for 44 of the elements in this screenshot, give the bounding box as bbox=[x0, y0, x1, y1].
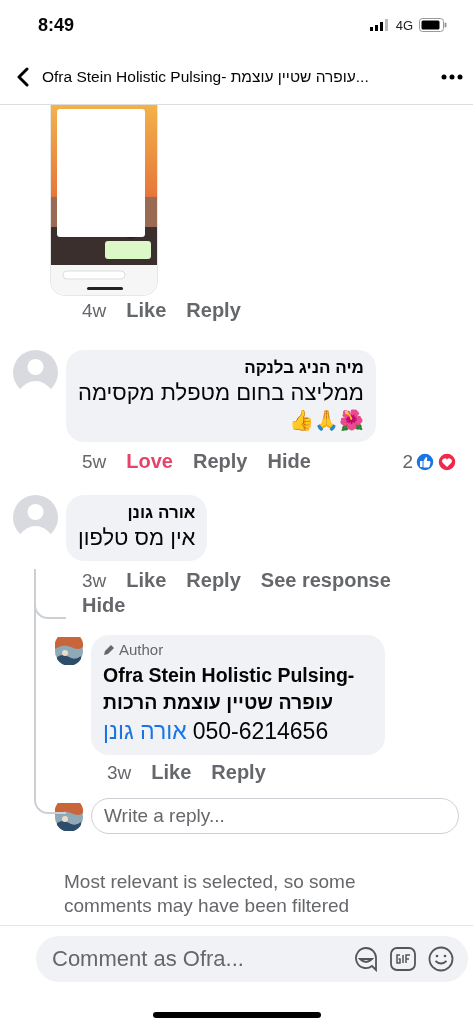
avatar-icon[interactable] bbox=[55, 803, 83, 831]
comment-action[interactable]: See response bbox=[260, 569, 391, 592]
comment-action[interactable]: Reply bbox=[186, 299, 241, 322]
comment-text: אין מס טלפון bbox=[78, 525, 196, 551]
comment-text: ממליצה בחום מטפלת מקסימה bbox=[78, 380, 364, 406]
comment-time: 3w bbox=[107, 761, 132, 784]
author-name[interactable]: Ofra Stein Holistic Pulsing- עופרה שטיין עוצמת הרכות bbox=[103, 662, 373, 716]
gif-icon[interactable] bbox=[390, 947, 416, 971]
like-reaction-icon[interactable] bbox=[415, 451, 435, 472]
page-title: Ofra Stein Holistic Pulsing- עופרה שטיין עוצמת... bbox=[42, 68, 370, 86]
status-time: 8:49 bbox=[38, 14, 75, 36]
comment-action[interactable]: Reply bbox=[211, 761, 266, 784]
comment-time: 3w bbox=[82, 569, 107, 592]
network-label: 4G bbox=[395, 17, 413, 33]
comment-action[interactable]: Hide bbox=[82, 594, 126, 617]
reply-field[interactable]: Write a reply... bbox=[91, 798, 459, 834]
pencil-icon bbox=[103, 643, 116, 656]
comment-action[interactable]: Love bbox=[126, 450, 173, 473]
signal-icon bbox=[369, 19, 390, 31]
battery-icon bbox=[419, 18, 447, 32]
comment-action[interactable]: Hide bbox=[267, 450, 311, 473]
comment-bar[interactable]: Comment as Ofra... bbox=[36, 936, 468, 982]
mention-link[interactable]: אורה גונן bbox=[103, 718, 187, 745]
comment-text: 050-6214656 bbox=[192, 718, 329, 745]
comment-action[interactable]: Reply bbox=[193, 450, 248, 473]
comment-action[interactable]: Like bbox=[126, 299, 167, 322]
reaction-count: 2 bbox=[402, 450, 413, 473]
back-icon[interactable] bbox=[16, 67, 30, 87]
more-icon[interactable] bbox=[441, 74, 463, 80]
sticker-icon[interactable] bbox=[354, 946, 378, 972]
comment-field[interactable]: Comment as Ofra... bbox=[50, 945, 342, 973]
emoji-text: 🌺🙏👍 bbox=[287, 408, 364, 432]
comment-time: 4w bbox=[82, 299, 107, 322]
avatar-icon[interactable] bbox=[55, 637, 83, 665]
author-name[interactable]: מיה הניג בלנקה bbox=[78, 358, 364, 378]
comment-action[interactable]: Like bbox=[151, 761, 192, 784]
emoji-icon[interactable] bbox=[428, 946, 454, 972]
filter-notice: Most relevant is selected, so some comments may have been filtered bbox=[63, 870, 357, 918]
comment-action[interactable]: Reply bbox=[186, 569, 241, 592]
author-label: Author bbox=[119, 641, 164, 658]
author-name[interactable]: אורה גונן bbox=[78, 503, 196, 523]
comment-time: 5w bbox=[82, 450, 107, 473]
love-reaction-icon[interactable] bbox=[437, 451, 457, 472]
comment-action[interactable]: Like bbox=[126, 569, 167, 592]
